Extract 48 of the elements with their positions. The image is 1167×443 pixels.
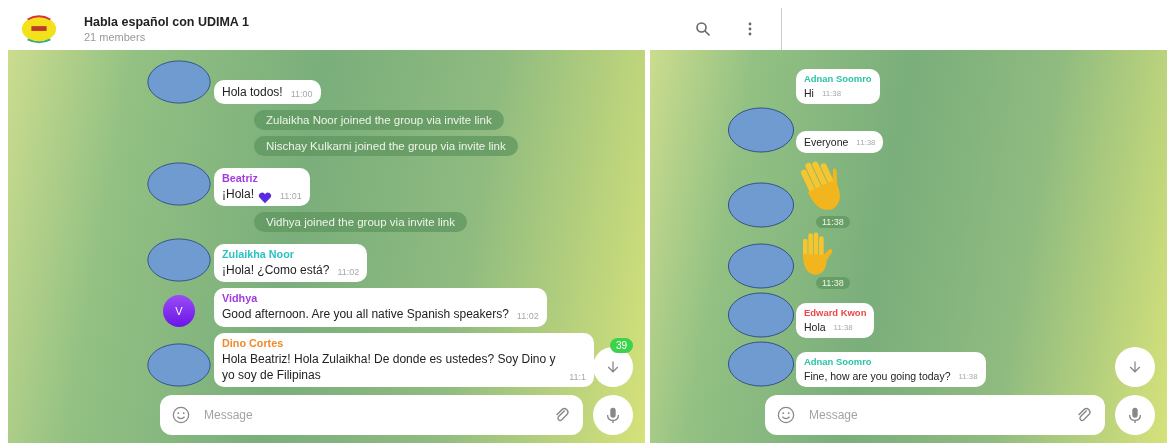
message-text: Good afternoon. Are you all native Spanish speakers? — [222, 306, 509, 323]
message-time: 11:02 — [516, 310, 539, 323]
emoji-icon[interactable] — [777, 406, 795, 424]
message-text: Fine, how are you going today? — [804, 368, 951, 383]
microphone-icon — [1126, 406, 1144, 424]
sender-name: Edward Kwon — [804, 306, 867, 318]
avatar: V — [163, 294, 195, 327]
composer-bar[interactable]: Message — [160, 395, 583, 435]
arrow-down-icon — [605, 359, 621, 375]
message-time: 11:02 — [337, 266, 360, 279]
message-text: Hola — [804, 319, 826, 334]
microphone-button[interactable] — [1115, 395, 1155, 435]
sender-name: Beatriz — [222, 172, 259, 185]
attach-icon[interactable] — [1075, 406, 1093, 424]
arrow-down-icon — [1127, 359, 1143, 375]
sender-name: Zulaikha Noor — [222, 248, 295, 261]
sticker-time: 11:38 — [816, 277, 850, 289]
microphone-icon — [604, 406, 622, 424]
message-text: ¡Hola! ¿Como está? — [222, 262, 330, 279]
group-title: Habla español con UDIMA 1 — [84, 15, 250, 29]
unread-badge: 39 — [609, 338, 633, 353]
message-text: Hi — [804, 85, 814, 100]
attach-icon[interactable] — [553, 406, 571, 424]
member-count: 21 members — [84, 31, 147, 43]
menu-icon[interactable] — [747, 21, 753, 37]
message-time: 11:1 — [569, 370, 586, 383]
message-text: Everyone — [804, 134, 849, 149]
sender-name: Dino Cortes — [222, 336, 285, 349]
composer-bar[interactable]: Message — [765, 395, 1105, 435]
message-input[interactable]: Message — [202, 407, 541, 423]
sender-name: Adnan Soomro — [804, 72, 872, 84]
message-text: Hola Beatriz! Hola Zulaikha! De donde es ustedes? Soy Dino y yo soy de Filipinas — [222, 350, 557, 383]
message-text: Hola todos! — [222, 84, 283, 101]
scroll-down-button[interactable] — [1115, 347, 1155, 387]
message-input[interactable]: Message — [807, 407, 1063, 423]
sender-name: Vidhya — [222, 292, 259, 305]
sender-name: Adnan Soomro — [804, 355, 873, 367]
sticker-time: 11:38 — [816, 216, 850, 228]
scroll-down-button[interactable] — [593, 347, 633, 387]
search-icon[interactable] — [695, 21, 711, 37]
system-message: Vidhya joined the group via invite link — [254, 212, 468, 233]
system-message: Nischay Kulkarni joined the group via invite link — [254, 136, 518, 157]
emoji-icon[interactable] — [172, 406, 190, 424]
microphone-button[interactable] — [593, 395, 633, 435]
message-time: 11:00 — [290, 88, 313, 101]
system-message: Zulaikha Noor joined the group via invite link — [254, 110, 504, 131]
message-text: ¡Hola! — [222, 186, 254, 203]
message-time: 11:01 — [280, 190, 302, 203]
